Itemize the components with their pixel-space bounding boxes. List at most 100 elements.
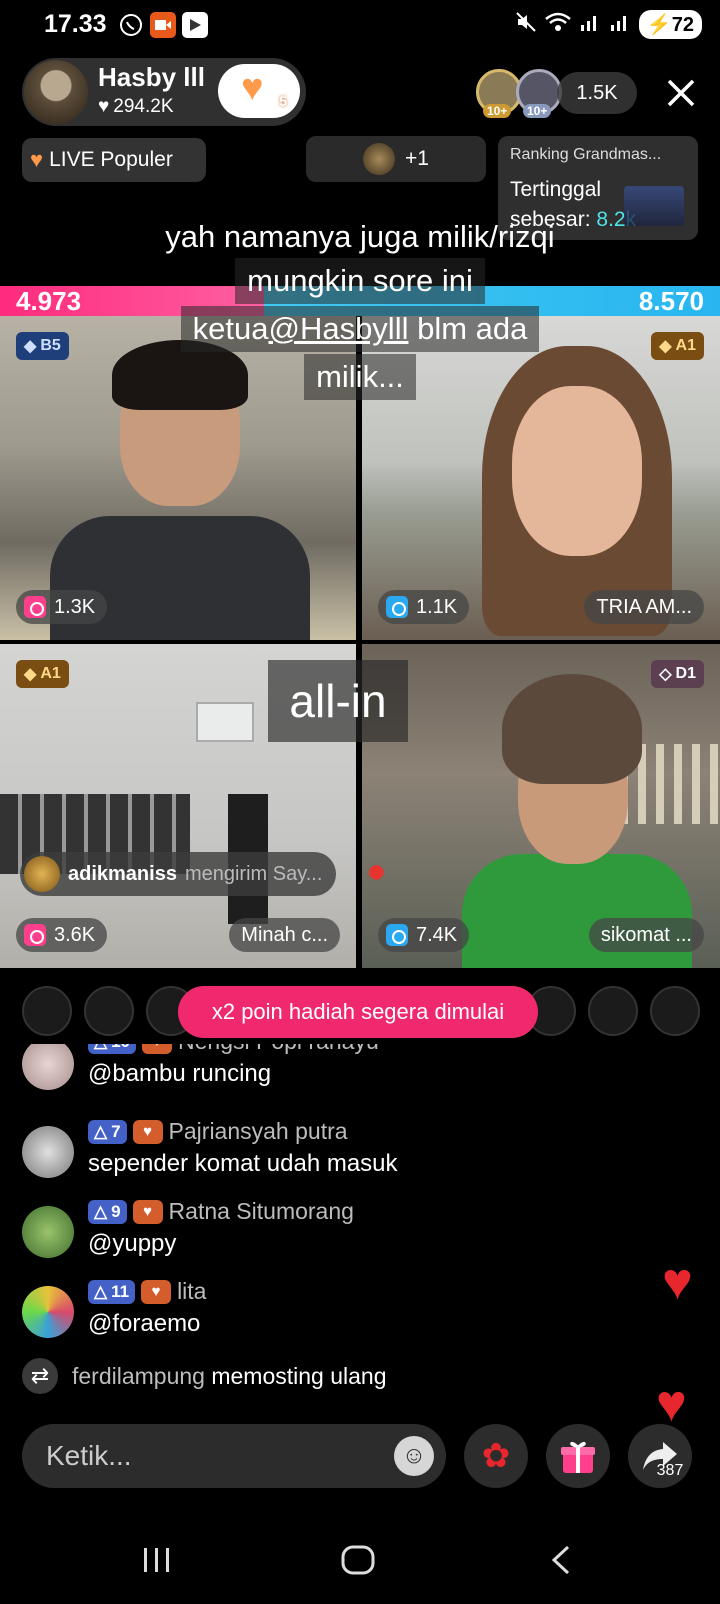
gift-notification: adikmaniss mengirim Say... (20, 852, 337, 896)
diamond-icon: ◆ (24, 666, 37, 683)
gift-button[interactable] (546, 1424, 610, 1488)
viewer-avatar[interactable] (22, 986, 72, 1036)
tile-username[interactable]: sikomat ... (588, 918, 704, 952)
ranking-title: Ranking Grandmas... (510, 146, 662, 163)
camera-icon (386, 596, 408, 618)
follow-heart-button[interactable]: ♥ 5 (218, 64, 300, 118)
level-badge: △ 11 (88, 1279, 136, 1304)
tile-username[interactable]: Minah c... (229, 918, 340, 952)
guest-avatar (363, 143, 396, 175)
host-avatar[interactable] (24, 60, 88, 124)
viewer-count[interactable]: 1.5K (557, 72, 637, 114)
play-store-icon (182, 12, 208, 38)
level-badge: △ 9 (88, 1199, 127, 1224)
repost-notice: ⇄ ferdilampung memosting ulang (22, 1358, 387, 1394)
chat-text: @yuppy (88, 1230, 177, 1257)
video-background (196, 702, 254, 742)
camera-icon (24, 596, 46, 618)
triangle-icon: △ (94, 1201, 108, 1221)
bonus-banner: x2 poin hadiah segera dimulai (178, 986, 538, 1038)
diamond-icon: ◇ (659, 666, 672, 683)
gift-icon: ● (366, 852, 387, 890)
rank-badge: ◇ D1 (651, 660, 704, 688)
fire-heart-icon: ♥ (30, 147, 44, 172)
chat-username[interactable]: Pajriansyah putra (169, 1118, 348, 1145)
level-badge: △ 7 (88, 1119, 127, 1144)
gift-sender-avatar (24, 856, 60, 892)
android-nav-bar (0, 1530, 720, 1604)
status-bar: 17.33 ⚡72 (0, 0, 720, 50)
chat-avatar[interactable] (22, 1286, 74, 1338)
comment-box[interactable]: ☺ (22, 1424, 446, 1488)
chat-message[interactable]: △10 ♥ Nengsi Popi rahayu @bambu runcing (22, 1044, 642, 1098)
chat-username[interactable]: lita (177, 1278, 206, 1305)
viewer-avatar[interactable] (84, 986, 134, 1036)
tile-points: 7.4K (378, 918, 470, 952)
top-viewers[interactable]: 10+ 10+ (476, 69, 562, 118)
heart-icon: ♥ (241, 67, 264, 109)
wifi-icon (545, 11, 571, 38)
host-name: Hasby lll (98, 62, 205, 92)
ranking-status: Tertinggal (510, 178, 602, 201)
repost-username[interactable]: ferdilampung (72, 1363, 205, 1389)
overlay-comment-line: yah namanya juga milik/rizqi (165, 219, 555, 254)
overlay-comment-line: milik... (0, 354, 720, 400)
tile-points: 1.1K (378, 590, 470, 624)
chat-message[interactable]: △ 11 ♥ lita @foraemo (22, 1278, 642, 1350)
viewer-avatar-row[interactable]: x2 poin hadiah segera dimulai (22, 986, 702, 1038)
emoji-icon[interactable]: ☺ (394, 1436, 434, 1476)
triangle-icon: △ (94, 1281, 108, 1301)
chat-avatar[interactable] (22, 1126, 74, 1178)
camera-icon (386, 924, 408, 946)
close-icon[interactable] (660, 72, 702, 114)
heart-icon: ♥ (98, 96, 110, 117)
chat-avatar[interactable] (22, 1044, 74, 1090)
floating-heart-icon: ♥ (662, 1253, 693, 1311)
back-icon[interactable] (548, 1544, 574, 1585)
floating-heart-icon: ♥ (656, 1375, 687, 1433)
battery-indicator: ⚡72 (638, 10, 702, 39)
comment-input[interactable] (46, 1424, 386, 1488)
live-popular-badge[interactable]: ♥ LIVE Populer (22, 138, 206, 182)
viewer-avatar[interactable] (588, 986, 638, 1036)
fan-badge-icon: ♥ (142, 1044, 172, 1054)
top-viewer-avatar[interactable]: 10+ (516, 69, 562, 118)
chat-text: sepender komat udah masuk (88, 1150, 398, 1177)
allin-overlay: all-in (268, 660, 408, 742)
host-likes: ♥ 294.2K (98, 96, 174, 117)
chat-username[interactable]: Nengsi Popi rahayu (178, 1044, 379, 1055)
tile-username[interactable]: TRIA AM... (584, 590, 704, 624)
chat-message[interactable]: △ 9 ♥ Ratna Situmorang @yuppy (22, 1198, 642, 1270)
chat-message[interactable]: △ 7 ♥ Pajriansyah putra sepender komat ud… (22, 1118, 642, 1190)
overlay-comment-line: mungkin sore ini (0, 258, 720, 304)
chat-avatar[interactable] (22, 1206, 74, 1258)
chat-text: @bambu runcing (88, 1060, 272, 1087)
charging-icon: ⚡ (646, 14, 672, 36)
gift-box-icon (561, 1441, 595, 1473)
level-badge: △10 (88, 1044, 136, 1054)
viewer-avatar[interactable] (650, 986, 700, 1036)
guest-indicator[interactable]: +1 (306, 136, 486, 182)
tile-points: 3.6K (16, 918, 108, 952)
whatsapp-icon (118, 12, 144, 38)
recents-icon[interactable] (140, 1544, 174, 1585)
triangle-icon: △ (94, 1121, 108, 1141)
repost-icon: ⇄ (22, 1358, 58, 1394)
chat-text: @foraemo (88, 1310, 201, 1337)
mute-icon (515, 11, 537, 38)
rose-gift-button[interactable]: ✿ (464, 1424, 528, 1488)
signal-icon (579, 11, 601, 38)
host-profile[interactable]: Hasby lll ♥ 294.2K ♥ 5 (22, 58, 306, 126)
share-count: 387 (656, 1462, 684, 1479)
rank-badge: ◆ A1 (16, 660, 69, 688)
chat-username[interactable]: Ratna Situmorang (169, 1198, 354, 1225)
video-tile[interactable]: ◇ D1 7.4K sikomat ... (362, 644, 720, 968)
signal-icon (609, 11, 631, 38)
overlay-comment-line: ketua@Hasbylll blm ada (0, 306, 720, 352)
status-time: 17.33 (44, 10, 107, 38)
tile-points: 1.3K (16, 590, 108, 624)
camera-icon (24, 924, 46, 946)
fan-badge-icon: ♥ (132, 1119, 163, 1144)
home-icon[interactable] (340, 1544, 376, 1585)
fan-badge-icon: ♥ (132, 1199, 163, 1224)
